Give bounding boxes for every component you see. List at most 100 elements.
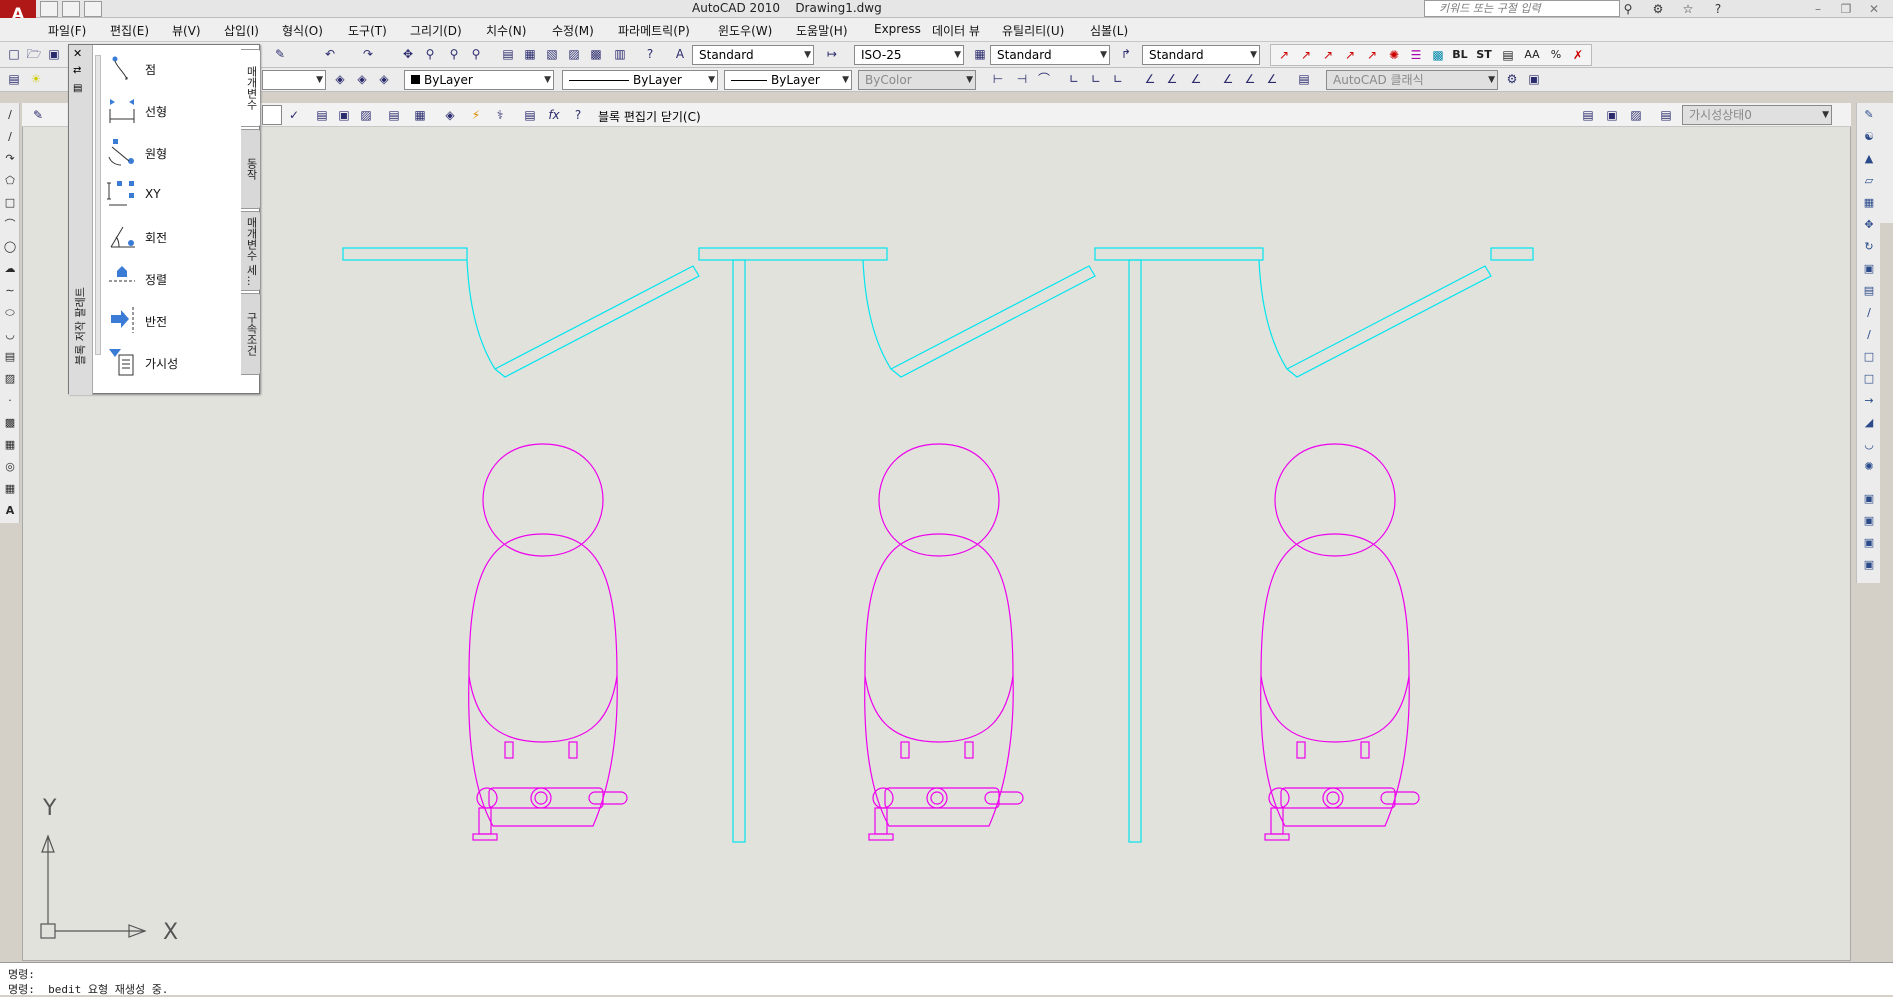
express-tool-10-icon[interactable]: %	[1546, 45, 1566, 65]
xline-tool-icon[interactable]: ∕	[2, 129, 18, 145]
menu-draw[interactable]: 그리기(D)	[410, 22, 462, 39]
dim-update-icon[interactable]: ▤	[1294, 69, 1314, 89]
mleader-style-icon[interactable]: ↱	[1116, 44, 1136, 64]
break-at-point-icon[interactable]: □	[1861, 349, 1877, 365]
fx-icon[interactable]: fx	[544, 105, 564, 125]
pan-icon[interactable]: ✥	[398, 44, 418, 64]
visibility-state-dropdown[interactable]: 가시성상태0 ▼	[1682, 105, 1832, 125]
dim-space-icon[interactable]: ∠	[1240, 69, 1260, 89]
fillet-tool-icon[interactable]: ◡	[1861, 437, 1877, 453]
express-tool-5-icon[interactable]: ↗	[1362, 45, 1382, 65]
help-toolbar-icon[interactable]: ?	[640, 44, 660, 64]
draworder-under-icon[interactable]: ▣	[1861, 557, 1877, 573]
lightning-icon[interactable]: ⚡	[466, 105, 486, 125]
block-authoring-icon[interactable]: ▨	[356, 105, 376, 125]
draworder-above-icon[interactable]: ▣	[1861, 535, 1877, 551]
qnew-icon[interactable]: □	[4, 44, 24, 64]
rotate-tool-icon[interactable]: ↻	[1861, 239, 1877, 255]
menu-format[interactable]: 형식(O)	[282, 22, 323, 39]
break-tool-icon[interactable]: □	[1861, 371, 1877, 387]
layer-previous-icon[interactable]: ◈	[352, 69, 372, 89]
menu-help[interactable]: 도움말(H)	[796, 22, 848, 39]
workspace-settings-icon[interactable]: ⚙	[1502, 69, 1522, 89]
open-icon[interactable]: 🗁	[24, 44, 44, 64]
table-style-icon[interactable]: ▦	[970, 44, 990, 64]
menu-view[interactable]: 뷰(V)	[172, 22, 201, 39]
layer-dropdown[interactable]: ▼	[262, 70, 326, 90]
mleader-style-dropdown[interactable]: Standard ▼	[1142, 45, 1260, 65]
dim-continue-icon[interactable]: ∠	[1218, 69, 1238, 89]
menu-file[interactable]: 파일(F)	[48, 22, 86, 39]
close-block-editor-button[interactable]: 블록 편집기 닫기(C)	[598, 108, 701, 125]
express-tool-2-icon[interactable]: ↗	[1296, 45, 1316, 65]
layer-manager-icon[interactable]: ▤	[4, 69, 24, 89]
save-icon[interactable]: ▣	[44, 44, 64, 64]
menu-utility[interactable]: 유틸리티(U)	[1002, 22, 1064, 39]
palette-item-visibility[interactable]: 가시성	[107, 345, 237, 381]
palette-item-point[interactable]: 점	[107, 51, 237, 87]
tab-parameters[interactable]: 매개변수	[241, 49, 261, 127]
dim-break-icon[interactable]: ∠	[1262, 69, 1282, 89]
dim-arc-icon[interactable]: ⌒	[1034, 69, 1054, 89]
quickcalc-icon[interactable]: ▥	[610, 44, 630, 64]
block-help-icon[interactable]: ?	[568, 105, 588, 125]
markup-icon[interactable]: ▩	[586, 44, 606, 64]
menu-data-view[interactable]: 데이터 뷰	[932, 22, 980, 39]
parameter-manager-icon[interactable]: ▦	[410, 105, 430, 125]
express-tool-8-icon[interactable]: ▩	[1428, 45, 1448, 65]
point-tool-icon[interactable]: ·	[2, 393, 18, 409]
line-tool-icon[interactable]: ∕	[2, 107, 18, 123]
make-visible-icon[interactable]: ▣	[1602, 105, 1622, 125]
express-tool-7-icon[interactable]: ☰	[1406, 45, 1426, 65]
tab-constraints[interactable]: 구속조건	[241, 293, 261, 375]
express-aa-icon[interactable]: AA	[1522, 45, 1542, 65]
spline-tool-icon[interactable]: ∼	[2, 283, 18, 299]
sheetset-icon[interactable]: ▨	[564, 44, 584, 64]
search-binoculars-icon[interactable]: ⚲	[1620, 2, 1636, 16]
polyline-tool-icon[interactable]: ↷	[2, 151, 18, 167]
palette-item-alignment[interactable]: 정렬	[107, 261, 237, 297]
move-tool-icon[interactable]: ✥	[1861, 217, 1877, 233]
table-style-dropdown[interactable]: Standard ▼	[990, 45, 1110, 65]
menu-symbol[interactable]: 심볼(L)	[1090, 22, 1128, 39]
zoom-previous-icon[interactable]: ⚲	[466, 44, 486, 64]
dim-diameter-icon[interactable]: ∟	[1108, 69, 1128, 89]
mirror-tool-icon[interactable]: ▲	[1861, 151, 1877, 167]
menu-insert[interactable]: 삽입(I)	[224, 22, 259, 39]
region-tool-icon[interactable]: ◎	[2, 459, 18, 475]
dim-linear-icon[interactable]: ⊢	[988, 69, 1008, 89]
chamfer-tool-icon[interactable]: ◢	[1861, 415, 1877, 431]
menu-window[interactable]: 윈도우(W)	[718, 22, 772, 39]
express-st-icon[interactable]: ST	[1474, 45, 1494, 65]
express-tool-9-icon[interactable]: ▤	[1498, 45, 1518, 65]
table-tool-icon[interactable]: ▦	[2, 481, 18, 497]
block-name-field[interactable]	[262, 105, 282, 125]
revcloud-tool-icon[interactable]: ☁	[2, 261, 18, 277]
insert-block-icon[interactable]: ▤	[2, 349, 18, 365]
dim-radius-icon[interactable]: ∟	[1086, 69, 1106, 89]
draworder-back-icon[interactable]: ▣	[1861, 513, 1877, 529]
text-style-icon[interactable]: A	[670, 44, 690, 64]
save-file-icon[interactable]	[84, 1, 102, 17]
toolpalettes-icon[interactable]: ▧	[542, 44, 562, 64]
ellipse-arc-tool-icon[interactable]: ◡	[2, 327, 18, 343]
dim-baseline-icon[interactable]: ∠	[1186, 69, 1206, 89]
menu-modify[interactable]: 수정(M)	[552, 22, 594, 39]
undo-icon[interactable]: ↶	[320, 44, 340, 64]
explode-tool-icon[interactable]: ✺	[1861, 459, 1877, 475]
palette-properties-icon[interactable]: ▤	[73, 83, 82, 94]
arc-tool-icon[interactable]: ⌒	[2, 217, 18, 233]
stretch-tool-icon[interactable]: ▤	[1861, 283, 1877, 299]
menu-express[interactable]: Express	[874, 22, 921, 36]
close-window-icon[interactable]: ✕	[1866, 2, 1882, 16]
palette-item-polar[interactable]: 원형	[107, 135, 237, 171]
linetype-dropdown[interactable]: ByLayer ▼	[562, 70, 718, 90]
make-invisible-icon[interactable]: ▨	[1626, 105, 1646, 125]
menu-parametric[interactable]: 파라메트릭(P)	[618, 22, 690, 39]
menu-dimension[interactable]: 치수(N)	[486, 22, 526, 39]
tag-icon[interactable]: ⚕	[490, 105, 510, 125]
erase-tool-icon[interactable]: ✎	[1861, 107, 1877, 123]
copy-tool-icon[interactable]: ☯	[1861, 129, 1877, 145]
dim-aligned-icon[interactable]: ⊣	[1012, 69, 1032, 89]
extend-tool-icon[interactable]: ∕	[1861, 327, 1877, 343]
